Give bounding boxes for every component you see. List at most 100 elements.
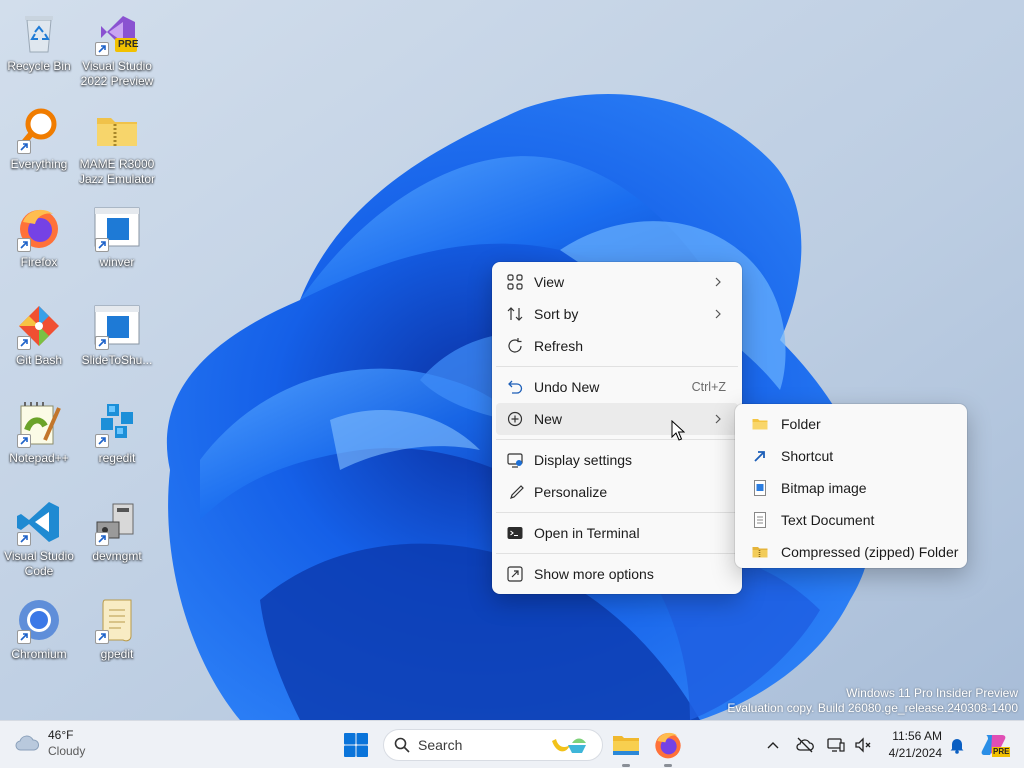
shortcut-arrow-icon [95, 238, 109, 252]
menu-item-label: Personalize [534, 484, 608, 500]
desktop-icon-label-line2: Jazz Emulator [78, 172, 156, 186]
desktop-icon-label: Visual Studio [4, 549, 74, 563]
desktop-icon-vscode[interactable]: Visual Studio Code [0, 498, 78, 579]
network-icon [827, 738, 845, 752]
submenu-item-folder[interactable]: Folder [739, 408, 963, 440]
shortcut-arrow-icon [17, 532, 31, 546]
start-button[interactable] [340, 729, 372, 761]
submenu-item-bitmap[interactable]: Bitmap image [739, 472, 963, 504]
mouse-cursor-icon [671, 420, 685, 441]
weather-condition: Cloudy [48, 744, 86, 758]
menu-item-undo-new[interactable]: Undo New Ctrl+Z [496, 371, 738, 403]
brush-icon [510, 485, 524, 499]
desktop-icon-visual-studio-preview[interactable]: PRE Visual Studio 2022 Preview [78, 8, 156, 89]
chevron-up-icon [767, 742, 779, 749]
desktop-icon-label: Chromium [11, 647, 67, 661]
desktop-icon-label: winver [99, 255, 135, 269]
submenu-item-label: Text Document [781, 512, 875, 528]
desktop-icon-git-bash[interactable]: Git Bash [0, 302, 78, 368]
search-highlight-icon [552, 738, 586, 753]
chevron-right-icon [715, 277, 721, 287]
cloud-icon [15, 735, 40, 751]
folder-icon [752, 419, 768, 430]
desktop-icon-label-line2: 2022 Preview [80, 74, 154, 88]
submenu-item-shortcut[interactable]: Shortcut [739, 440, 963, 472]
weather-widget[interactable]: 46°F Cloudy [14, 727, 85, 759]
desktop-icon-gpedit[interactable]: gpedit [78, 596, 156, 662]
menu-separator [496, 439, 738, 440]
firefox-icon [655, 732, 681, 759]
menu-item-label: Sort by [534, 306, 579, 322]
shortcut-arrow-icon [95, 42, 109, 56]
menu-item-refresh[interactable]: Refresh [496, 330, 738, 362]
menu-item-personalize[interactable]: Personalize [496, 476, 738, 508]
copilot-button[interactable]: PRE [980, 731, 1011, 759]
submenu-item-label: Folder [781, 416, 821, 432]
desktop-icon-mame-jazz[interactable]: MAME R3000 Jazz Emulator [78, 106, 156, 187]
shortcut-arrow-icon [95, 336, 109, 350]
watermark-build: Evaluation copy. Build 26080.ge_release.… [727, 701, 1018, 715]
desktop-context-menu: View Sort by Refresh Undo New Ctrl+Z New… [492, 262, 742, 594]
desktop-icon-winver[interactable]: winver [78, 204, 156, 270]
menu-item-new[interactable]: New [496, 403, 738, 435]
desktop-icon-label-line2: Code [24, 564, 54, 578]
search-placeholder: Search [418, 737, 463, 753]
onedrive-tray-button[interactable] [795, 735, 815, 755]
notifications-button[interactable] [947, 735, 967, 755]
volume-muted-icon [855, 737, 871, 753]
menu-item-open-terminal[interactable]: Open in Terminal [496, 517, 738, 549]
file-explorer-button[interactable] [610, 729, 642, 767]
submenu-item-compressed-folder[interactable]: Compressed (zipped) Folder [739, 536, 963, 568]
clock-time: 11:56 AM [892, 729, 942, 743]
cloud-offline-icon [796, 737, 814, 753]
desktop-icon-notepad-plus-plus[interactable]: Notepad++ [0, 400, 78, 466]
desktop-icon-firefox[interactable]: Firefox [0, 204, 78, 270]
desktop-icon-label: devmgmt [92, 549, 142, 563]
menu-separator [496, 553, 738, 554]
taskbar-search-box[interactable]: Search [383, 729, 603, 761]
menu-item-sort-by[interactable]: Sort by [496, 298, 738, 330]
desktop-icon-label: gpedit [100, 647, 134, 661]
menu-separator [496, 366, 738, 367]
submenu-item-label: Bitmap image [781, 480, 867, 496]
watermark-edition: Windows 11 Pro Insider Preview [846, 686, 1018, 700]
menu-item-show-more-options[interactable]: Show more options [496, 558, 738, 590]
desktop-icon-label: Visual Studio [82, 59, 152, 73]
desktop-icon-regedit[interactable]: regedit [78, 400, 156, 466]
firefox-taskbar-button[interactable] [652, 729, 684, 767]
chevron-right-icon [715, 309, 721, 319]
desktop-icon-recycle-bin[interactable]: Recycle Bin [0, 8, 78, 74]
shortcut-arrow-icon [17, 238, 31, 252]
menu-item-view[interactable]: View [496, 266, 738, 298]
zip-folder-icon [97, 118, 137, 146]
windows-logo-icon [344, 733, 368, 757]
grid-icon [507, 274, 523, 290]
desktop-icon-label: Git Bash [15, 353, 63, 367]
menu-item-label: Open in Terminal [534, 525, 640, 541]
desktop-icon-slidetoshutdown[interactable]: SlideToShu... [78, 302, 156, 368]
menu-item-display-settings[interactable]: Display settings [496, 444, 738, 476]
bell-icon [950, 739, 964, 754]
show-hidden-icons-button[interactable] [763, 735, 783, 755]
shortcut-arrow-icon [17, 630, 31, 644]
search-icon [394, 737, 410, 753]
desktop-icon-everything[interactable]: Everything [0, 106, 78, 172]
desktop-icon-chromium[interactable]: Chromium [0, 596, 78, 662]
clock-date: 4/21/2024 [888, 746, 942, 760]
shortcut-arrow-icon [95, 630, 109, 644]
clock[interactable]: 11:56 AM 4/21/2024 [880, 728, 942, 762]
new-submenu: Folder Shortcut Bitmap image Text Docume… [735, 404, 967, 568]
zip-folder-icon [752, 547, 768, 558]
file-explorer-icon [613, 736, 639, 755]
bitmap-icon [754, 480, 766, 496]
desktop-icon-devmgmt[interactable]: devmgmt [78, 498, 156, 564]
chevron-right-icon [715, 414, 721, 424]
volume-tray-button[interactable] [853, 735, 873, 755]
undo-icon [508, 380, 523, 394]
submenu-item-text-document[interactable]: Text Document [739, 504, 963, 536]
evaluation-watermark: Windows 11 Pro Insider Preview Evaluatio… [727, 686, 1018, 716]
copilot-pre-badge: PRE [992, 747, 1011, 757]
desktop-icon-label: MAME R3000 [79, 157, 155, 171]
add-circle-icon [507, 411, 523, 427]
network-tray-button[interactable] [826, 735, 846, 755]
